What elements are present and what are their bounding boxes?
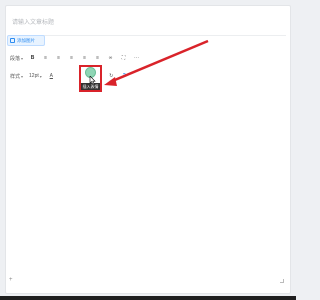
mouse-cursor-icon	[89, 76, 96, 85]
style-dropdown[interactable]: 样式 ▾	[10, 72, 23, 80]
align-left-icon[interactable]: ≡	[68, 54, 75, 62]
toolbar-row-2: 样式 ▾ 12pt ▾ A ↻ ?	[10, 71, 134, 81]
editor-card	[5, 5, 291, 294]
chevron-down-icon: ▾	[21, 73, 24, 79]
add-image-button[interactable]: 添加图片	[7, 35, 45, 46]
link-icon[interactable]: ∞	[107, 54, 114, 62]
font-color-icon[interactable]: A	[48, 72, 55, 80]
more-icon[interactable]: ···	[133, 54, 140, 62]
paragraph-label: 段落	[10, 55, 21, 62]
ordered-list-icon[interactable]: ≡	[42, 54, 49, 62]
style-label: 样式	[10, 73, 21, 80]
add-image-label: 添加图片	[17, 37, 35, 43]
chevron-down-icon: ▾	[39, 73, 42, 79]
redo-icon[interactable]: ↻	[108, 72, 115, 80]
bullet-list-icon[interactable]: ≡	[55, 54, 62, 62]
chevron-down-icon: ▾	[21, 55, 24, 61]
font-size-label: 12pt	[29, 73, 39, 79]
bottom-bar	[0, 296, 296, 300]
title-divider	[12, 35, 286, 36]
toolbar-row-1: 段落 ▾ B ≡ ≡ ≡ ≡ ≡ ∞ ⛶ ···	[10, 53, 146, 63]
align-right-icon[interactable]: ≡	[94, 54, 101, 62]
bold-button[interactable]: B	[29, 54, 36, 62]
title-input[interactable]	[12, 15, 284, 31]
resize-handle[interactable]	[280, 279, 284, 283]
image-icon	[10, 38, 15, 43]
add-block-icon[interactable]: +	[9, 277, 13, 283]
page: 添加图片 段落▾ B ≡ ≡ ≡ ≡ ≡ ∞ ⛶ ··· 样式▾ 12pt▾ A…	[0, 0, 296, 300]
fullscreen-icon[interactable]: ⛶	[120, 54, 127, 62]
align-center-icon[interactable]: ≡	[81, 54, 88, 62]
font-size-dropdown[interactable]: 12pt ▾	[29, 72, 42, 80]
paragraph-dropdown[interactable]: 段落 ▾	[10, 54, 23, 62]
help-icon[interactable]: ?	[121, 72, 128, 80]
